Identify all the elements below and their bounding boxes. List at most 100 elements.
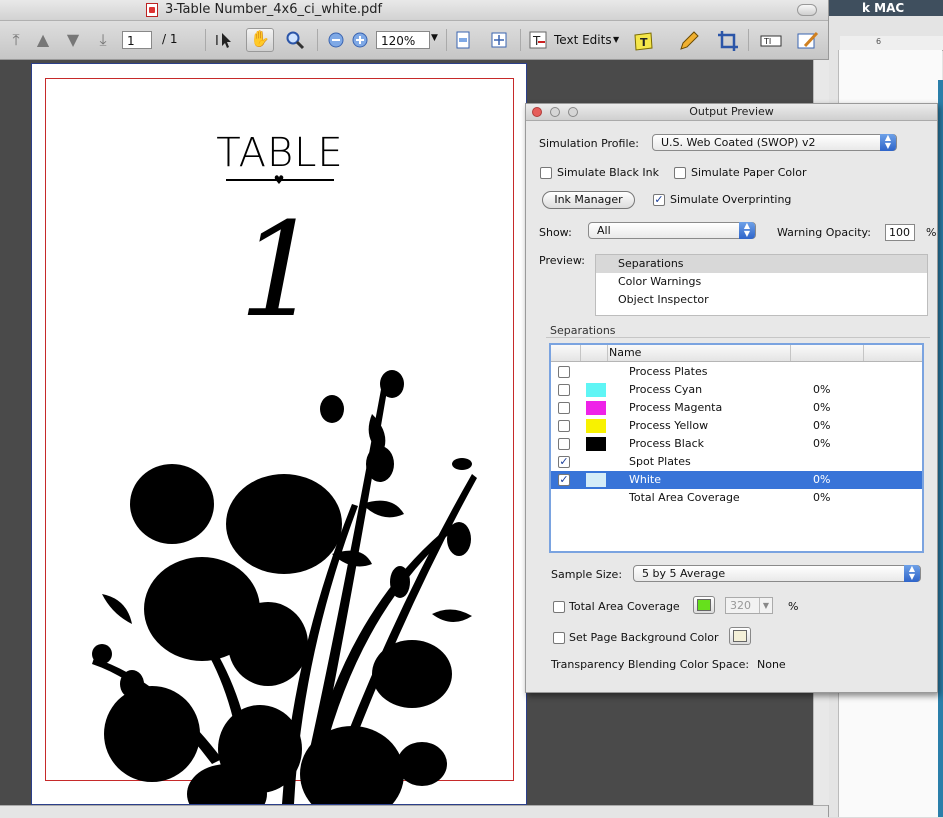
show-select[interactable]: All ▲ ▼ [588, 222, 756, 239]
ruler-mark: 6 [876, 37, 882, 46]
table-row[interactable]: Total Area Coverage 0% [551, 489, 922, 507]
preview-item-separations[interactable]: Separations [596, 255, 927, 273]
table-row[interactable]: Process Plates [551, 363, 922, 381]
yellow-swatch [586, 419, 606, 433]
toolbar-separator [446, 29, 447, 51]
next-page-icon[interactable]: ▼ [63, 30, 83, 50]
output-preview-titlebar: Output Preview [526, 104, 937, 121]
zoom-dropdown-arrow[interactable]: ▼ [431, 33, 438, 43]
separation-checkbox[interactable] [558, 366, 570, 378]
background-window-ruler: 6 [840, 36, 943, 51]
background-window-titlebar: k MAC [820, 0, 943, 16]
pdf-file-icon [146, 3, 158, 17]
separation-percent: 0% [813, 419, 831, 432]
zoom-level-input[interactable]: 120% [376, 31, 430, 49]
table-row[interactable]: Process Black 0% [551, 435, 922, 453]
transparency-blending-value: None [757, 658, 786, 671]
simulate-overprinting-checkbox[interactable]: ✓ [653, 194, 665, 206]
preview-item-object-inspector[interactable]: Object Inspector [596, 291, 927, 309]
sign-icon[interactable] [797, 30, 819, 50]
separation-checkbox[interactable] [558, 402, 570, 414]
full-screen-icon[interactable] [489, 30, 509, 50]
preview-item-color-warnings[interactable]: Color Warnings [596, 273, 927, 291]
simulation-profile-select[interactable]: U.S. Web Coated (SWOP) v2 ▲ ▼ [652, 134, 897, 151]
warning-opacity-input[interactable]: 100 [885, 224, 915, 241]
cyan-swatch [586, 383, 606, 397]
fit-width-icon[interactable] [453, 30, 473, 50]
last-page-icon[interactable]: ⤓ [93, 30, 113, 50]
table-row[interactable]: Process Yellow 0% [551, 417, 922, 435]
svg-text:T: T [640, 36, 648, 49]
page-background-color [733, 630, 747, 642]
show-value: All [597, 224, 611, 237]
pdf-page: TABLE ♥ 1 [31, 63, 527, 805]
separation-checkbox[interactable]: ✓ [558, 456, 570, 468]
separation-name: Process Yellow [629, 419, 709, 432]
separations-group-line [546, 337, 930, 338]
sticky-note-icon[interactable]: T [632, 30, 653, 51]
separation-checkbox[interactable] [558, 420, 570, 432]
pencil-icon[interactable] [678, 30, 699, 50]
separation-checkbox[interactable] [558, 384, 570, 396]
zoom-out-icon[interactable] [326, 30, 346, 50]
toolbar-separator [520, 29, 521, 51]
table-row[interactable]: Process Magenta 0% [551, 399, 922, 417]
table-row[interactable]: ✓ White 0% [551, 471, 922, 489]
up-down-chevron-icon: ▲ ▼ [904, 565, 920, 582]
output-preview-panel: Output Preview Simulation Profile: U.S. … [525, 103, 938, 693]
zoom-tool-icon[interactable] [285, 30, 305, 50]
separation-name: Spot Plates [629, 455, 691, 468]
page-background-color-button[interactable] [729, 627, 751, 645]
sample-size-value: 5 by 5 Average [642, 567, 726, 580]
document-title: 3-Table Number_4x6_ci_white.pdf [165, 2, 383, 17]
sample-size-label: Sample Size: [551, 568, 623, 581]
toolbar-toggle-button[interactable] [797, 4, 817, 16]
toolbar-separator [317, 29, 318, 51]
table-row[interactable]: ✓ Spot Plates [551, 453, 922, 471]
total-area-coverage-unit: % [788, 600, 799, 613]
separation-checkbox[interactable] [558, 438, 570, 450]
separation-percent: 0% [813, 491, 831, 504]
warning-opacity-unit: % [926, 226, 937, 239]
column-header-percent[interactable] [791, 345, 864, 361]
preview-label: Preview: [539, 254, 585, 267]
total-area-coverage-value-combo[interactable]: 320 ▼ [725, 597, 773, 614]
separations-heading: Separations [550, 324, 616, 337]
preview-mode-list: Separations Color Warnings Object Inspec… [595, 254, 928, 316]
separation-name: Process Plates [629, 365, 708, 378]
svg-text:TI: TI [763, 37, 771, 46]
svg-text:I: I [215, 34, 219, 49]
prev-page-icon[interactable]: ▲ [33, 30, 53, 50]
hand-tool-icon[interactable]: ✋ [246, 28, 274, 52]
simulate-black-ink-checkbox[interactable] [540, 167, 552, 179]
first-page-icon[interactable]: ⤒ [6, 30, 26, 50]
magenta-swatch [586, 401, 606, 415]
separation-name: Process Cyan [629, 383, 703, 396]
crop-icon[interactable] [717, 30, 738, 51]
output-preview-title: Output Preview [689, 105, 774, 118]
column-header-color[interactable] [581, 345, 608, 361]
background-window-title: k MAC [862, 1, 905, 15]
separation-checkbox[interactable]: ✓ [558, 474, 570, 486]
simulate-overprinting-label: Simulate Overprinting [670, 193, 792, 206]
text-field-icon[interactable]: TI [760, 30, 782, 50]
page-number-input[interactable]: 1 [122, 31, 152, 49]
sample-size-select[interactable]: 5 by 5 Average ▲ ▼ [633, 565, 921, 582]
set-page-background-checkbox[interactable] [553, 632, 565, 644]
simulate-paper-color-checkbox[interactable] [674, 167, 686, 179]
document-titlebar: 3-Table Number_4x6_ci_white.pdf [0, 0, 828, 21]
ink-manager-button[interactable]: Ink Manager [542, 191, 635, 209]
main-toolbar: ⤒ ▲ ▼ ⤓ 1 / 1 I ✋ 120% ▼ T Text Edits ▼ … [0, 21, 828, 60]
select-tool-icon[interactable]: I [214, 30, 234, 50]
table-number: 1 [238, 194, 322, 346]
separation-name: White [629, 473, 661, 486]
page-total: / 1 [162, 32, 178, 46]
column-header-check[interactable] [551, 345, 581, 361]
table-row[interactable]: Process Cyan 0% [551, 381, 922, 399]
total-area-coverage-label: Total Area Coverage [569, 600, 680, 613]
total-area-coverage-checkbox[interactable] [553, 601, 565, 613]
separation-percent: 0% [813, 401, 831, 414]
zoom-in-icon[interactable] [350, 30, 370, 50]
toolbar-separator [748, 29, 749, 51]
total-area-coverage-color-button[interactable] [693, 596, 715, 614]
